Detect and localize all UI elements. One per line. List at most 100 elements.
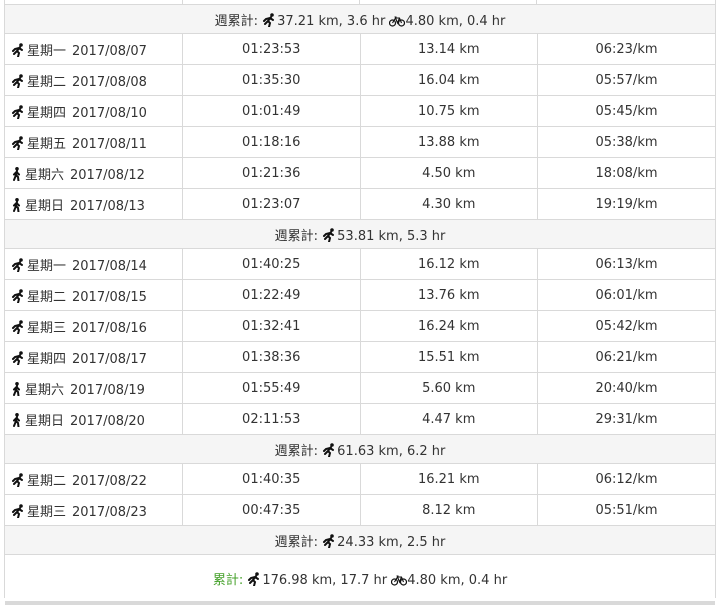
activity-row: 星期日 2017/08/20 02:11:53 4.47 km 29:31/km xyxy=(5,403,715,435)
week-summary-run: 53.81 km, 5.3 hr xyxy=(337,228,446,244)
distance-cell: 16.21 km xyxy=(360,463,538,495)
weekday-label: 星期三 xyxy=(27,320,67,336)
distance-cell: 16.24 km xyxy=(360,310,538,342)
activity-date: 2017/08/15 xyxy=(72,289,147,305)
activity-row: 星期二 2017/08/22 01:40:35 16.21 km 06:12/km xyxy=(5,463,715,495)
running-icon xyxy=(322,442,336,457)
running-icon xyxy=(11,503,25,518)
pace-cell: 18:08/km xyxy=(537,157,715,189)
weekday-label: 星期六 xyxy=(25,167,65,183)
date-cell: 星期一 2017/08/07 xyxy=(5,33,183,65)
week-summary-bike: 4.80 km, 0.4 hr xyxy=(405,13,506,29)
distance-cell: 4.30 km xyxy=(360,188,538,220)
date-cell: 星期三 2017/08/23 xyxy=(5,494,183,526)
week-summary-run: 37.21 km, 3.6 hr xyxy=(277,13,386,29)
duration-cell: 00:47:35 xyxy=(182,494,361,526)
pace-cell: 05:51/km xyxy=(537,494,715,526)
distance-cell: 13.76 km xyxy=(360,279,538,311)
activity-date: 2017/08/20 xyxy=(70,413,145,429)
activity-date: 2017/08/08 xyxy=(72,74,147,90)
distance-cell: 15.51 km xyxy=(360,341,538,373)
distance-cell: 5.60 km xyxy=(360,372,538,404)
pace-cell: 06:21/km xyxy=(537,341,715,373)
walking-icon xyxy=(11,381,23,396)
activity-row: 星期六 2017/08/19 01:55:49 5.60 km 20:40/km xyxy=(5,372,715,404)
duration-cell: 01:23:53 xyxy=(182,33,361,65)
date-cell: 星期日 2017/08/20 xyxy=(5,403,183,435)
date-cell: 星期六 2017/08/19 xyxy=(5,372,183,404)
duration-cell: 01:38:36 xyxy=(182,341,361,373)
distance-cell: 13.88 km xyxy=(360,126,538,158)
activity-row: 星期三 2017/08/23 00:47:35 8.12 km 05:51/km xyxy=(5,494,715,526)
running-icon xyxy=(11,257,25,272)
running-icon xyxy=(322,533,336,548)
pace-cell: 06:01/km xyxy=(537,279,715,311)
distance-cell: 4.47 km xyxy=(360,403,538,435)
week-summary-row: 週累計: 53.81 km, 5.3 hr xyxy=(5,219,715,249)
pace-cell: 06:12/km xyxy=(537,463,715,495)
pace-cell: 05:57/km xyxy=(537,64,715,96)
activity-log-panel: 週累計: 37.21 km, 3.6 hr 4.80 km, 0.4 hr 星期… xyxy=(4,0,716,605)
activity-date: 2017/08/10 xyxy=(72,105,147,121)
duration-cell: 01:22:49 xyxy=(182,279,361,311)
grand-total-bike: 4.80 km, 0.4 hr xyxy=(407,572,508,588)
top-strip xyxy=(5,0,715,4)
grand-total-cell: 累計: 176.98 km, 17.7 hr 4.80 km, 0.4 hr xyxy=(5,554,715,605)
pace-cell: 20:40/km xyxy=(537,372,715,404)
distance-cell: 10.75 km xyxy=(360,95,538,127)
activity-row: 星期四 2017/08/17 01:38:36 15.51 km 06:21/km xyxy=(5,341,715,373)
activity-date: 2017/08/11 xyxy=(72,136,147,152)
weekday-label: 星期四 xyxy=(27,105,67,121)
date-cell: 星期二 2017/08/08 xyxy=(5,64,183,96)
activity-table: 週累計: 37.21 km, 3.6 hr 4.80 km, 0.4 hr 星期… xyxy=(5,4,715,605)
date-cell: 星期四 2017/08/17 xyxy=(5,341,183,373)
activity-date: 2017/08/13 xyxy=(70,198,145,214)
activity-date: 2017/08/22 xyxy=(72,473,147,489)
date-cell: 星期二 2017/08/15 xyxy=(5,279,183,311)
weekday-label: 星期一 xyxy=(27,258,67,274)
running-icon xyxy=(247,571,261,586)
distance-cell: 13.14 km xyxy=(360,33,538,65)
distance-cell: 16.12 km xyxy=(360,248,538,280)
duration-cell: 01:21:36 xyxy=(182,157,361,189)
weekday-label: 星期二 xyxy=(27,473,67,489)
grand-total-run: 176.98 km, 17.7 hr xyxy=(262,572,388,588)
bicycle-icon xyxy=(391,574,408,586)
weekday-label: 星期一 xyxy=(27,43,67,59)
week-summary-cell: 週累計: 37.21 km, 3.6 hr 4.80 km, 0.4 hr xyxy=(5,4,715,34)
running-icon xyxy=(11,472,25,487)
activity-row: 星期二 2017/08/15 01:22:49 13.76 km 06:01/km xyxy=(5,279,715,311)
pace-cell: 06:23/km xyxy=(537,33,715,65)
weekday-label: 星期五 xyxy=(27,136,67,152)
activity-date: 2017/08/12 xyxy=(70,167,145,183)
week-summary-row: 週累計: 37.21 km, 3.6 hr 4.80 km, 0.4 hr xyxy=(5,4,715,34)
week-summary-cell: 週累計: 24.33 km, 2.5 hr xyxy=(5,525,715,555)
duration-cell: 01:40:25 xyxy=(182,248,361,280)
activity-row: 星期一 2017/08/14 01:40:25 16.12 km 06:13/km xyxy=(5,248,715,280)
duration-cell: 01:40:35 xyxy=(182,463,361,495)
activity-row: 星期二 2017/08/08 01:35:30 16.04 km 05:57/km xyxy=(5,64,715,96)
activity-row: 星期五 2017/08/11 01:18:16 13.88 km 05:38/km xyxy=(5,126,715,158)
duration-cell: 01:18:16 xyxy=(182,126,361,158)
running-icon xyxy=(11,104,25,119)
week-summary-row: 週累計: 61.63 km, 6.2 hr xyxy=(5,434,715,464)
running-icon xyxy=(11,350,25,365)
date-cell: 星期四 2017/08/10 xyxy=(5,95,183,127)
activity-row: 星期一 2017/08/07 01:23:53 13.14 km 06:23/km xyxy=(5,33,715,65)
running-icon xyxy=(11,288,25,303)
walking-icon xyxy=(11,412,23,427)
date-cell: 星期一 2017/08/14 xyxy=(5,248,183,280)
duration-cell: 02:11:53 xyxy=(182,403,361,435)
activity-table-body: 週累計: 37.21 km, 3.6 hr 4.80 km, 0.4 hr 星期… xyxy=(5,4,715,605)
activity-row: 星期日 2017/08/13 01:23:07 4.30 km 19:19/km xyxy=(5,188,715,220)
distance-cell: 8.12 km xyxy=(360,494,538,526)
duration-cell: 01:32:41 xyxy=(182,310,361,342)
week-summary-label: 週累計: xyxy=(274,443,319,459)
walking-icon xyxy=(11,197,23,212)
distance-cell: 4.50 km xyxy=(360,157,538,189)
distance-cell: 16.04 km xyxy=(360,64,538,96)
activity-row: 星期六 2017/08/12 01:21:36 4.50 km 18:08/km xyxy=(5,157,715,189)
running-icon xyxy=(11,319,25,334)
activity-date: 2017/08/14 xyxy=(72,258,147,274)
weekday-label: 星期三 xyxy=(27,504,67,520)
